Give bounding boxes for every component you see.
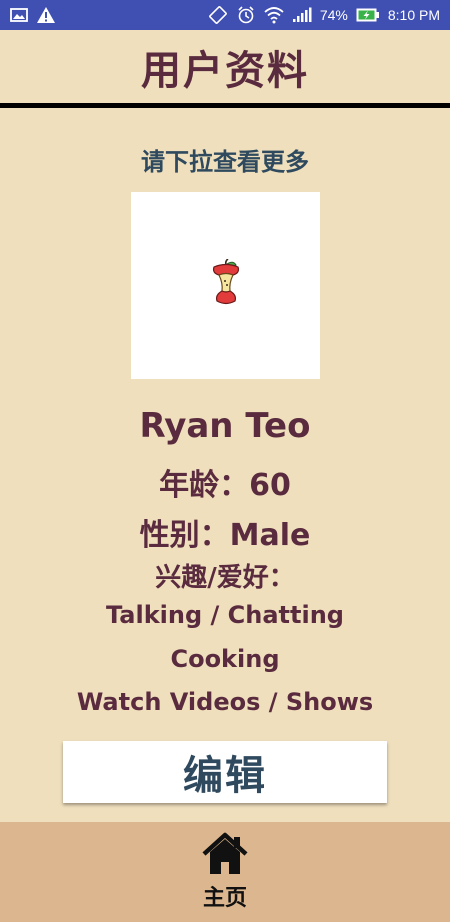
hobby-item: Cooking (170, 645, 280, 673)
user-name: Ryan Teo (139, 406, 311, 446)
header-divider (0, 103, 450, 108)
app-header: 用户资料 (0, 30, 450, 104)
user-age: 年龄：60 (159, 468, 291, 503)
page-title: 用户资料 (141, 48, 309, 94)
image-icon (10, 7, 28, 23)
edit-button[interactable]: 编辑 (63, 741, 387, 803)
rotate-icon (208, 5, 228, 25)
status-bar: 74% 8:10 PM (0, 0, 450, 30)
edit-button-label: 编辑 (183, 754, 267, 798)
alarm-icon (236, 5, 256, 25)
hobby-label: 兴趣/爱好： (155, 563, 295, 593)
clock-time: 8:10 PM (387, 7, 440, 23)
bottom-nav: 主页 (0, 822, 450, 922)
profile-photo (131, 192, 320, 379)
hobby-item: Talking / Chatting (106, 601, 344, 629)
signal-icon (292, 7, 312, 23)
apple-core-icon (209, 257, 243, 313)
battery-charging-icon (356, 8, 380, 22)
warning-icon (36, 6, 56, 24)
pull-down-hint: 请下拉查看更多 (141, 148, 309, 176)
home-icon (200, 832, 250, 880)
nav-home-label: 主页 (202, 886, 247, 911)
nav-home-tab[interactable]: 主页 (200, 832, 250, 912)
battery-percent: 74% (319, 7, 348, 23)
wifi-icon (264, 6, 284, 24)
user-gender: 性别：Male (139, 518, 311, 553)
hobby-item: Watch Videos / Shows (76, 688, 374, 716)
